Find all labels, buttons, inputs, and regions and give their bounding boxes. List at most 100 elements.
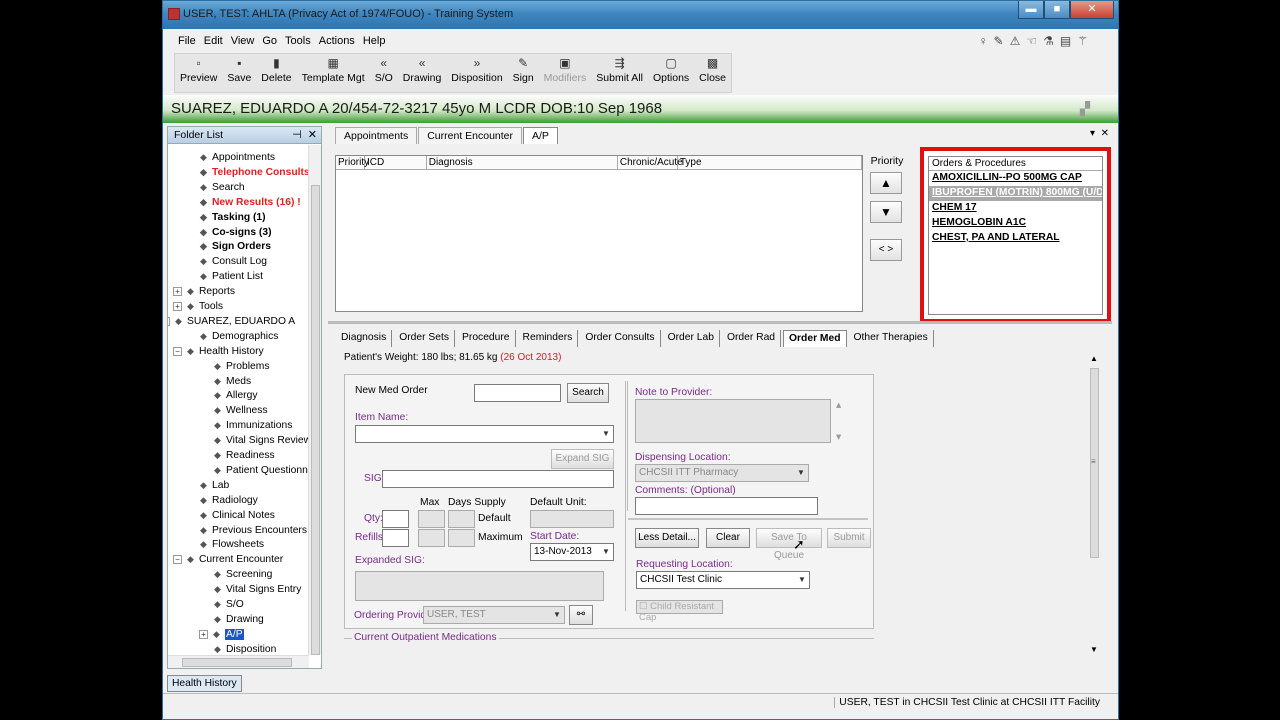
options-toolbar-button[interactable]: ▢ Options xyxy=(648,54,694,92)
book-icon[interactable]: ▤ xyxy=(1060,34,1071,48)
tree-item-problems[interactable]: ◆ Problems xyxy=(212,359,269,374)
menu-actions[interactable]: Actions xyxy=(315,33,359,49)
tab-current-encounter[interactable]: Current Encounter xyxy=(418,127,523,144)
tree-item-reports[interactable]: + ◆ Reports xyxy=(173,284,235,299)
refills-days-input[interactable] xyxy=(448,529,475,547)
tree-item-vital-signs-entry[interactable]: ◆ Vital Signs Entry xyxy=(212,582,301,597)
tab-appointments[interactable]: Appointments xyxy=(335,127,418,144)
tree-item-search[interactable]: ◆ Search xyxy=(198,180,245,195)
menu-file[interactable]: File xyxy=(174,33,200,49)
tree-item-patient-list[interactable]: ◆ Patient List xyxy=(198,269,263,284)
clear-button[interactable]: Clear xyxy=(706,528,750,548)
tab-order-rad[interactable]: Order Rad xyxy=(722,330,782,347)
sign-toolbar-button[interactable]: ✎ Sign xyxy=(508,54,539,92)
health-history-tab[interactable]: Health History xyxy=(167,675,242,692)
tree-item-current-encounter[interactable]: − ◆ Current Encounter xyxy=(173,552,283,567)
expand-icon[interactable]: + xyxy=(173,302,182,311)
column-header-icd[interactable]: ICD xyxy=(365,156,427,169)
tree-item-consult-log[interactable]: ◆ Consult Log xyxy=(198,254,267,269)
tree-item-clinical-notes[interactable]: ◆ Clinical Notes xyxy=(198,508,275,523)
tree-item-radiology[interactable]: ◆ Radiology xyxy=(198,493,258,508)
main-close-icon[interactable]: ✕ xyxy=(1101,128,1109,139)
chevron-down-icon[interactable]: ▼ xyxy=(796,573,808,587)
note-to-provider-input[interactable] xyxy=(635,399,831,443)
tree-item-tasking-1[interactable]: ◆ Tasking (1) xyxy=(198,210,266,225)
tree-item-new-results-16[interactable]: ◆ New Results (16) ! xyxy=(198,195,301,210)
order-item[interactable]: IBUPROFEN (MOTRIN) 800MG (U/D)--P xyxy=(929,186,1102,201)
collapse-icon[interactable]: − xyxy=(168,316,170,326)
tree-item-immunizations[interactable]: ◆ Immunizations xyxy=(212,418,292,433)
collapse-icon[interactable]: − xyxy=(173,555,182,565)
tree-item-a-p[interactable]: + ◆ A/P xyxy=(199,627,244,642)
folder-vertical-scrollbar[interactable] xyxy=(308,145,321,655)
pin-icon[interactable]: ⊣ xyxy=(292,129,302,141)
warning-icon[interactable]: ⚠ xyxy=(1010,34,1021,48)
tab-reminders[interactable]: Reminders xyxy=(518,330,579,347)
menu-help[interactable]: Help xyxy=(359,33,390,49)
priority-up-button[interactable]: ▲ xyxy=(870,172,902,194)
orders-list[interactable]: Orders & Procedures AMOXICILLIN--PO 500M… xyxy=(928,156,1103,315)
scroll-up-icon[interactable]: ▴ xyxy=(836,399,841,411)
chevron-down-icon[interactable]: ▼ xyxy=(600,427,612,441)
splitter[interactable] xyxy=(328,321,1112,324)
tree-item-previous-encounters[interactable]: ◆ Previous Encounters xyxy=(198,523,307,538)
scroll-thumb[interactable] xyxy=(182,658,292,667)
tree-item-screening[interactable]: ◆ Screening xyxy=(212,567,272,582)
tab-order-consults[interactable]: Order Consults xyxy=(580,330,661,347)
start-date-select[interactable]: 13-Nov-2013 ▼ xyxy=(530,543,614,561)
search-button[interactable]: Search xyxy=(567,383,609,403)
pen-icon[interactable]: ✎ xyxy=(994,34,1004,48)
tree-item-readiness[interactable]: ◆ Readiness xyxy=(212,448,275,463)
order-item[interactable]: AMOXICILLIN--PO 500MG CAP xyxy=(929,171,1102,186)
s-o-toolbar-button[interactable]: « S/O xyxy=(370,54,398,92)
column-header-chronic-acute[interactable]: Chronic/Acute xyxy=(618,156,683,169)
sig-input[interactable] xyxy=(382,470,614,488)
tab-other-therapies[interactable]: Other Therapies xyxy=(849,330,934,347)
menu-edit[interactable]: Edit xyxy=(200,33,227,49)
folder-close-icon[interactable]: ✕ xyxy=(308,129,317,141)
column-header-diagnosis[interactable]: Diagnosis xyxy=(427,156,618,169)
column-header-type[interactable]: Type xyxy=(678,156,863,169)
folder-horizontal-scrollbar[interactable] xyxy=(168,655,309,668)
chevron-down-icon[interactable]: ▼ xyxy=(600,545,612,559)
dropdown-icon[interactable]: ▾ xyxy=(1090,128,1095,139)
days-supply-input[interactable] xyxy=(448,510,475,528)
tab-order-med[interactable]: Order Med xyxy=(783,330,847,347)
comments-input[interactable] xyxy=(635,497,818,515)
ordering-provider-select[interactable]: USER, TEST ▼ xyxy=(423,606,565,624)
column-header-priority[interactable]: Priority xyxy=(336,156,369,169)
tree-item-lab[interactable]: ◆ Lab xyxy=(198,478,229,493)
tree-item-appointments[interactable]: ◆ Appointments xyxy=(198,150,275,165)
child-resistant-checkbox[interactable]: ☐ Child Resistant Cap xyxy=(636,600,723,623)
submit-all-toolbar-button[interactable]: ⇶ Submit All xyxy=(591,54,648,92)
chevron-down-icon[interactable]: ▼ xyxy=(795,466,807,480)
maximize-button[interactable]: ■ xyxy=(1044,1,1070,19)
order-item[interactable]: CHEST, PA AND LATERAL xyxy=(929,231,1102,246)
tree-item-suarez-eduardo-a[interactable]: −◆ SUAREZ, EDUARDO A xyxy=(168,314,295,329)
caduceus-icon[interactable]: ⚚ xyxy=(1077,34,1088,48)
order-item[interactable]: CHEM 17 xyxy=(929,201,1102,216)
less-detail-button[interactable]: Less Detail... xyxy=(635,528,699,548)
expand-sig-button[interactable]: Expand SIG xyxy=(551,449,614,469)
menu-tools[interactable]: Tools xyxy=(281,33,315,49)
menu-view[interactable]: View xyxy=(227,33,259,49)
tree-item-tools[interactable]: + ◆ Tools xyxy=(173,299,223,314)
scroll-down-icon[interactable]: ▼ xyxy=(1090,645,1098,654)
qty-max-input[interactable] xyxy=(418,510,445,528)
dispensing-location-select[interactable]: CHCSII ITT Pharmacy ▼ xyxy=(635,464,809,482)
expand-icon[interactable]: + xyxy=(173,287,182,297)
swap-button[interactable]: < > xyxy=(870,239,902,261)
close-toolbar-button[interactable]: ▩ Close xyxy=(694,54,731,92)
default-unit-input[interactable] xyxy=(530,510,614,528)
preview-toolbar-button[interactable]: ▫ Preview xyxy=(175,54,222,92)
save-toolbar-button[interactable]: ▪ Save xyxy=(222,54,256,92)
menu-go[interactable]: Go xyxy=(258,33,281,49)
scroll-up-icon[interactable]: ▲ xyxy=(1090,354,1098,363)
tab-a-p[interactable]: A/P xyxy=(523,127,558,144)
submit-button[interactable]: Submit xyxy=(827,528,871,548)
tree-item-patient-questionnair[interactable]: ◆ Patient Questionnair xyxy=(212,463,309,478)
user-icon[interactable]: ♀ xyxy=(979,34,988,48)
order-panel-scrollbar[interactable]: ▲ ≡ ▼ xyxy=(1088,352,1101,656)
tree-item-vital-signs-review[interactable]: ◆ Vital Signs Review xyxy=(212,433,309,448)
modifiers-toolbar-button[interactable]: ▣ Modifiers xyxy=(539,54,592,92)
